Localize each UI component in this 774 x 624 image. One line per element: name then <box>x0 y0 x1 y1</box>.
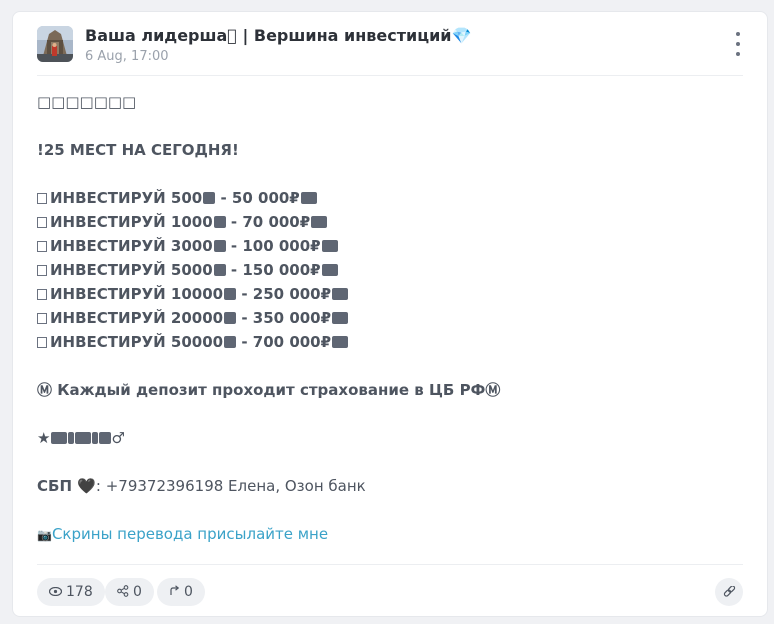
forwards-count: 0 <box>184 584 193 600</box>
channel-avatar[interactable] <box>37 26 73 62</box>
link-icon[interactable] <box>715 578 743 606</box>
screens-link[interactable]: Скрины перевода присылайте мне <box>52 525 328 543</box>
money-icon <box>224 312 237 324</box>
screens-line: 📷Скрины перевода присылайте мне <box>37 522 743 546</box>
bar-icon <box>92 432 99 444</box>
offer-line: ИНВЕСТИРУЙ 3000 - 100 000₽ <box>37 234 743 258</box>
money-icon <box>213 240 226 252</box>
post-footer: 178 0 0 <box>37 578 743 606</box>
offer-line: ИНВЕСТИРУЙ 10000 - 250 000₽ <box>37 282 743 306</box>
forwards-counter[interactable]: 0 <box>157 578 205 606</box>
offer-amount: ИНВЕСТИРУЙ 500 <box>50 189 203 207</box>
chart-icon <box>332 336 349 348</box>
offer-return: - 50 000₽ <box>215 189 300 207</box>
offer-line: ИНВЕСТИРУЙ 5000 - 150 000₽ <box>37 258 743 282</box>
offer-return: - 700 000₽ <box>236 333 332 351</box>
header-divider <box>37 75 743 76</box>
chart-icon <box>321 264 338 276</box>
chart-icon <box>75 432 92 444</box>
offer-line: ИНВЕСТИРУЙ 20000 - 350 000₽ <box>37 306 743 330</box>
offer-amount: ИНВЕСТИРУЙ 20000 <box>50 309 224 327</box>
money-icon <box>213 216 226 228</box>
boxes-line: □□□□□□□ <box>37 93 137 111</box>
money-icon <box>224 288 237 300</box>
sbp-line: СБП 🖤: +79372396198 Елена, Озон банк <box>37 474 743 498</box>
footer-divider <box>37 564 743 565</box>
offer-line: ИНВЕСТИРУЙ 1000 - 70 000₽ <box>37 210 743 234</box>
chart-icon <box>300 192 317 204</box>
offer-return: - 100 000₽ <box>225 237 321 255</box>
box-icon <box>37 217 47 228</box>
share-icon <box>117 584 129 600</box>
shares-count: 0 <box>133 584 142 600</box>
shares-counter[interactable]: 0 <box>105 578 154 606</box>
sbp-details: : +79372396198 Елена, Озон банк <box>95 477 366 495</box>
chart-icon <box>311 216 328 228</box>
box-icon <box>37 265 47 276</box>
swimmer-icon <box>99 432 112 444</box>
bar-icon <box>68 432 75 444</box>
insurance-line: Ⓜ Каждый депозит проходит страхование в … <box>37 381 501 399</box>
box-icon <box>37 289 47 300</box>
symbols-line: ★ ♂ <box>37 426 743 450</box>
post-header: Ваша лидерша􀀀 | Вершина инвестиций💎 6 Au… <box>37 26 743 66</box>
sbp-label: СБП 🖤 <box>37 477 96 495</box>
channel-name[interactable]: Ваша лидерша􀀀 | Вершина инвестиций💎 <box>85 26 471 46</box>
headline: !25 МЕСТ НА СЕГОДНЯ! <box>37 141 239 159</box>
offer-amount: ИНВЕСТИРУЙ 3000 <box>50 237 213 255</box>
male-sign-icon: ♂ <box>111 429 125 447</box>
offer-amount: ИНВЕСТИРУЙ 50000 <box>50 333 224 351</box>
views-counter[interactable]: 178 <box>37 578 105 606</box>
post-date: 6 Aug, 17:00 <box>85 49 169 64</box>
eye-icon <box>48 585 63 599</box>
offer-return: - 70 000₽ <box>225 213 311 231</box>
box-icon <box>37 337 47 348</box>
offer-line: ИНВЕСТИРУЙ 500 - 50 000₽ <box>37 186 743 210</box>
chart-icon <box>332 288 349 300</box>
post-card: Ваша лидерша􀀀 | Вершина инвестиций💎 6 Au… <box>12 11 768 617</box>
offer-return: - 150 000₽ <box>225 261 321 279</box>
money-icon <box>51 432 68 444</box>
money-icon <box>203 192 216 204</box>
post-body: □□□□□□□ !25 МЕСТ НА СЕГОДНЯ! ИНВЕСТИРУЙ … <box>37 90 743 546</box>
avatar-image <box>37 26 73 62</box>
offer-return: - 350 000₽ <box>236 309 332 327</box>
chart-icon <box>321 240 338 252</box>
star-icon: ★ <box>37 429 51 447</box>
box-icon <box>37 193 47 204</box>
forward-arrow-icon <box>169 585 180 599</box>
offer-amount: ИНВЕСТИРУЙ 5000 <box>50 261 213 279</box>
box-icon <box>37 313 47 324</box>
offer-line: ИНВЕСТИРУЙ 50000 - 700 000₽ <box>37 330 743 354</box>
more-vertical-icon[interactable] <box>731 32 745 56</box>
offer-amount: ИНВЕСТИРУЙ 1000 <box>50 213 213 231</box>
chart-icon <box>332 312 349 324</box>
camera-icon: 📷 <box>37 528 52 542</box>
views-count: 178 <box>66 584 93 600</box>
money-icon <box>224 336 237 348</box>
offer-return: - 250 000₽ <box>236 285 332 303</box>
offer-amount: ИНВЕСТИРУЙ 10000 <box>50 285 224 303</box>
box-icon <box>37 241 47 252</box>
money-icon <box>213 264 226 276</box>
